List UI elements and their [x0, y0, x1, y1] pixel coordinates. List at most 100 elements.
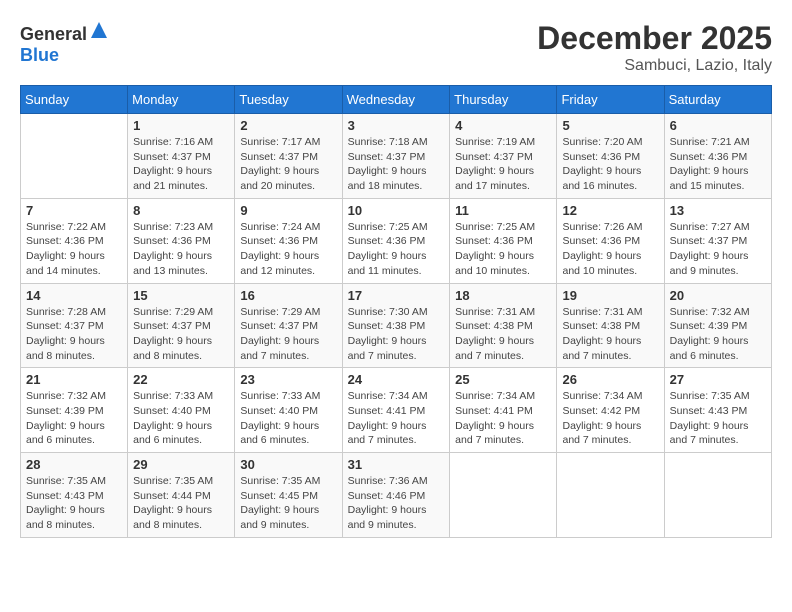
day-number: 28 [26, 457, 122, 472]
calendar-day-cell: 11Sunrise: 7:25 AMSunset: 4:36 PMDayligh… [450, 198, 557, 283]
day-info: Sunrise: 7:21 AMSunset: 4:36 PMDaylight:… [670, 135, 766, 194]
calendar-day-cell: 22 Sunrise: 7:33 AMSunset: 4:40 PMDayligh… [128, 368, 235, 453]
day-info: Sunrise: 7:31 AMSunset: 4:38 PMDaylight:… [455, 305, 551, 364]
calendar-day-cell: 9 Sunrise: 7:24 AMSunset: 4:36 PMDaylight… [235, 198, 342, 283]
day-info: Sunrise: 7:29 AMSunset: 4:37 PMDaylight:… [133, 305, 229, 364]
day-info: Sunrise: 7:23 AMSunset: 4:36 PMDaylight:… [133, 220, 229, 279]
day-number: 11 [455, 203, 551, 218]
calendar-day-cell: 2Sunrise: 7:17 AMSunset: 4:37 PMDaylight… [235, 114, 342, 199]
calendar-day-cell: 20Sunrise: 7:32 AMSunset: 4:39 PMDayligh… [664, 283, 771, 368]
day-number: 20 [670, 288, 766, 303]
calendar-body: 1Sunrise: 7:16 AMSunset: 4:37 PMDaylight… [21, 114, 772, 538]
calendar-day-cell: 14 Sunrise: 7:28 AMSunset: 4:37 PMDayligh… [21, 283, 128, 368]
day-number: 3 [348, 118, 445, 133]
day-number: 10 [348, 203, 445, 218]
day-number: 14 [26, 288, 122, 303]
calendar-week-row: 28 Sunrise: 7:35 AMSunset: 4:43 PMDayligh… [21, 453, 772, 538]
day-info: Sunrise: 7:17 AMSunset: 4:37 PMDaylight:… [240, 135, 336, 194]
day-info: Sunrise: 7:34 AMSunset: 4:41 PMDaylight:… [348, 389, 445, 448]
location-title: Sambuci, Lazio, Italy [537, 57, 772, 75]
day-info: Sunrise: 7:28 AMSunset: 4:37 PMDaylight:… [26, 305, 122, 364]
calendar-day-cell: 17 Sunrise: 7:30 AMSunset: 4:38 PMDayligh… [342, 283, 450, 368]
day-number: 6 [670, 118, 766, 133]
day-info: Sunrise: 7:33 AMSunset: 4:40 PMDaylight:… [240, 389, 336, 448]
day-info: Sunrise: 7:35 AMSunset: 4:44 PMDaylight:… [133, 474, 229, 533]
calendar-day-cell: 27 Sunrise: 7:35 AMSunset: 4:43 PMDayligh… [664, 368, 771, 453]
day-info: Sunrise: 7:24 AMSunset: 4:36 PMDaylight:… [240, 220, 336, 279]
calendar-day-cell [557, 453, 664, 538]
calendar-day-cell: 23 Sunrise: 7:33 AMSunset: 4:40 PMDayligh… [235, 368, 342, 453]
day-number: 12 [562, 203, 658, 218]
day-number: 31 [348, 457, 445, 472]
calendar-day-cell: 8 Sunrise: 7:23 AMSunset: 4:36 PMDaylight… [128, 198, 235, 283]
calendar-day-cell [664, 453, 771, 538]
calendar-table: SundayMondayTuesdayWednesdayThursdayFrid… [20, 85, 772, 538]
day-info: Sunrise: 7:35 AMSunset: 4:43 PMDaylight:… [26, 474, 122, 533]
day-number: 17 [348, 288, 445, 303]
calendar-day-cell: 16 Sunrise: 7:29 AMSunset: 4:37 PMDayligh… [235, 283, 342, 368]
day-number: 9 [240, 203, 336, 218]
day-number: 19 [562, 288, 658, 303]
day-info: Sunrise: 7:30 AMSunset: 4:38 PMDaylight:… [348, 305, 445, 364]
calendar-day-cell: 25 Sunrise: 7:34 AMSunset: 4:41 PMDayligh… [450, 368, 557, 453]
logo: General Blue [20, 20, 109, 66]
day-info: Sunrise: 7:35 AMSunset: 4:43 PMDaylight:… [670, 389, 766, 448]
day-info: Sunrise: 7:16 AMSunset: 4:37 PMDaylight:… [133, 135, 229, 194]
day-info: Sunrise: 7:34 AMSunset: 4:41 PMDaylight:… [455, 389, 551, 448]
day-number: 30 [240, 457, 336, 472]
day-info: Sunrise: 7:29 AMSunset: 4:37 PMDaylight:… [240, 305, 336, 364]
calendar-day-cell: 10 Sunrise: 7:25 AMSunset: 4:36 PMDayligh… [342, 198, 450, 283]
day-info: Sunrise: 7:36 AMSunset: 4:46 PMDaylight:… [348, 474, 445, 533]
calendar-day-cell: 6 Sunrise: 7:21 AMSunset: 4:36 PMDaylight… [664, 114, 771, 199]
calendar-day-cell: 3Sunrise: 7:18 AMSunset: 4:37 PMDaylight… [342, 114, 450, 199]
logo-blue-text: Blue [20, 45, 59, 65]
day-number: 18 [455, 288, 551, 303]
day-number: 13 [670, 203, 766, 218]
day-number: 4 [455, 118, 551, 133]
day-info: Sunrise: 7:32 AMSunset: 4:39 PMDaylight:… [26, 389, 122, 448]
day-number: 8 [133, 203, 229, 218]
calendar-header-row: SundayMondayTuesdayWednesdayThursdayFrid… [21, 86, 772, 114]
day-info: Sunrise: 7:34 AMSunset: 4:42 PMDaylight:… [562, 389, 658, 448]
day-info: Sunrise: 7:25 AMSunset: 4:36 PMDaylight:… [348, 220, 445, 279]
calendar-day-cell: 7 Sunrise: 7:22 AMSunset: 4:36 PMDaylight… [21, 198, 128, 283]
weekday-header-cell: Wednesday [342, 86, 450, 114]
day-number: 26 [562, 372, 658, 387]
title-block: December 2025 Sambuci, Lazio, Italy [537, 20, 772, 75]
calendar-day-cell: 26 Sunrise: 7:34 AMSunset: 4:42 PMDayligh… [557, 368, 664, 453]
day-number: 7 [26, 203, 122, 218]
calendar-day-cell: 29 Sunrise: 7:35 AMSunset: 4:44 PMDayligh… [128, 453, 235, 538]
weekday-header-cell: Saturday [664, 86, 771, 114]
day-number: 29 [133, 457, 229, 472]
day-number: 27 [670, 372, 766, 387]
day-info: Sunrise: 7:20 AMSunset: 4:36 PMDaylight:… [562, 135, 658, 194]
day-info: Sunrise: 7:26 AMSunset: 4:36 PMDaylight:… [562, 220, 658, 279]
day-info: Sunrise: 7:27 AMSunset: 4:37 PMDaylight:… [670, 220, 766, 279]
calendar-day-cell: 18 Sunrise: 7:31 AMSunset: 4:38 PMDayligh… [450, 283, 557, 368]
day-info: Sunrise: 7:35 AMSunset: 4:45 PMDaylight:… [240, 474, 336, 533]
weekday-header-cell: Monday [128, 86, 235, 114]
calendar-day-cell: 30 Sunrise: 7:35 AMSunset: 4:45 PMDayligh… [235, 453, 342, 538]
page-header: General Blue December 2025 Sambuci, Lazi… [20, 20, 772, 75]
calendar-day-cell: 13 Sunrise: 7:27 AMSunset: 4:37 PMDayligh… [664, 198, 771, 283]
calendar-day-cell: 12 Sunrise: 7:26 AMSunset: 4:36 PMDayligh… [557, 198, 664, 283]
logo-icon [89, 20, 109, 40]
logo-general-text: General [20, 24, 87, 44]
day-number: 23 [240, 372, 336, 387]
calendar-day-cell: 21 Sunrise: 7:32 AMSunset: 4:39 PMDayligh… [21, 368, 128, 453]
day-number: 25 [455, 372, 551, 387]
day-number: 21 [26, 372, 122, 387]
month-title: December 2025 [537, 20, 772, 57]
day-info: Sunrise: 7:33 AMSunset: 4:40 PMDaylight:… [133, 389, 229, 448]
day-number: 5 [562, 118, 658, 133]
day-info: Sunrise: 7:19 AMSunset: 4:37 PMDaylight:… [455, 135, 551, 194]
weekday-header-cell: Thursday [450, 86, 557, 114]
weekday-header-cell: Sunday [21, 86, 128, 114]
day-number: 15 [133, 288, 229, 303]
day-info: Sunrise: 7:22 AMSunset: 4:36 PMDaylight:… [26, 220, 122, 279]
day-number: 16 [240, 288, 336, 303]
day-number: 22 [133, 372, 229, 387]
calendar-day-cell: 28 Sunrise: 7:35 AMSunset: 4:43 PMDayligh… [21, 453, 128, 538]
calendar-week-row: 7 Sunrise: 7:22 AMSunset: 4:36 PMDaylight… [21, 198, 772, 283]
calendar-day-cell: 15 Sunrise: 7:29 AMSunset: 4:37 PMDayligh… [128, 283, 235, 368]
